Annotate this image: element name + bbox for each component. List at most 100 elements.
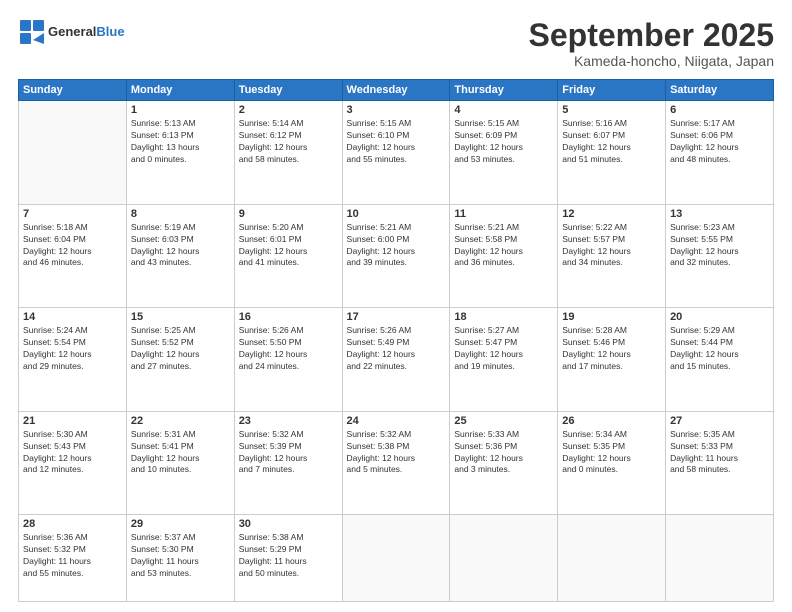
day-info: Sunrise: 5:15 AM Sunset: 6:09 PM Dayligh…	[454, 118, 553, 166]
day-info: Sunrise: 5:32 AM Sunset: 5:39 PM Dayligh…	[239, 429, 338, 477]
cell-w4-d2: 23 Sunrise: 5:32 AM Sunset: 5:39 PM Dayli…	[234, 411, 342, 515]
day-number: 4	[454, 104, 553, 116]
logo-icon	[18, 18, 46, 46]
cell-w1-d0	[19, 101, 127, 205]
day-number: 14	[23, 311, 122, 323]
day-number: 7	[23, 208, 122, 220]
weekday-header-row: Sunday Monday Tuesday Wednesday Thursday…	[19, 80, 774, 101]
cell-w3-d2: 16 Sunrise: 5:26 AM Sunset: 5:50 PM Dayli…	[234, 308, 342, 412]
header-wednesday: Wednesday	[342, 80, 450, 101]
day-info: Sunrise: 5:20 AM Sunset: 6:01 PM Dayligh…	[239, 222, 338, 270]
day-number: 11	[454, 208, 553, 220]
cell-w5-d4	[450, 515, 558, 602]
day-info: Sunrise: 5:32 AM Sunset: 5:38 PM Dayligh…	[347, 429, 446, 477]
cell-w5-d5	[558, 515, 666, 602]
header-monday: Monday	[126, 80, 234, 101]
cell-w5-d0: 28Sunrise: 5:36 AM Sunset: 5:32 PM Dayli…	[19, 515, 127, 602]
day-info: Sunrise: 5:28 AM Sunset: 5:46 PM Dayligh…	[562, 325, 661, 373]
cell-w2-d5: 12 Sunrise: 5:22 AM Sunset: 5:57 PM Dayli…	[558, 204, 666, 308]
day-number: 3	[347, 104, 446, 116]
day-info: Sunrise: 5:35 AM Sunset: 5:33 PM Dayligh…	[670, 429, 769, 477]
day-info: Sunrise: 5:25 AM Sunset: 5:52 PM Dayligh…	[131, 325, 230, 373]
day-number: 26	[562, 415, 661, 427]
day-number: 6	[670, 104, 769, 116]
day-info: Sunrise: 5:13 AM Sunset: 6:13 PM Dayligh…	[131, 118, 230, 166]
day-info: Sunrise: 5:26 AM Sunset: 5:50 PM Dayligh…	[239, 325, 338, 373]
day-info: Sunrise: 5:21 AM Sunset: 6:00 PM Dayligh…	[347, 222, 446, 270]
day-info: Sunrise: 5:30 AM Sunset: 5:43 PM Dayligh…	[23, 429, 122, 477]
cell-w5-d2: 30 Sunrise: 5:38 AM Sunset: 5:29 PM Dayli…	[234, 515, 342, 602]
cell-w3-d6: 20 Sunrise: 5:29 AM Sunset: 5:44 PM Dayli…	[666, 308, 774, 412]
day-number: 1	[131, 104, 230, 116]
page: GeneralBlue September 2025 Kameda-honcho…	[0, 0, 792, 612]
day-info: Sunrise: 5:15 AM Sunset: 6:10 PM Dayligh…	[347, 118, 446, 166]
cell-w1-d2: 2Sunrise: 5:14 AM Sunset: 6:12 PM Daylig…	[234, 101, 342, 205]
title-block: September 2025 Kameda-honcho, Niigata, J…	[529, 18, 774, 69]
week-row-4: 21Sunrise: 5:30 AM Sunset: 5:43 PM Dayli…	[19, 411, 774, 515]
day-info: Sunrise: 5:26 AM Sunset: 5:49 PM Dayligh…	[347, 325, 446, 373]
day-number: 23	[239, 415, 338, 427]
cell-w3-d4: 18 Sunrise: 5:27 AM Sunset: 5:47 PM Dayli…	[450, 308, 558, 412]
header-saturday: Saturday	[666, 80, 774, 101]
day-number: 15	[131, 311, 230, 323]
header-thursday: Thursday	[450, 80, 558, 101]
header: GeneralBlue September 2025 Kameda-honcho…	[18, 18, 774, 69]
day-info: Sunrise: 5:19 AM Sunset: 6:03 PM Dayligh…	[131, 222, 230, 270]
day-info: Sunrise: 5:17 AM Sunset: 6:06 PM Dayligh…	[670, 118, 769, 166]
day-number: 8	[131, 208, 230, 220]
day-number: 19	[562, 311, 661, 323]
cell-w3-d0: 14Sunrise: 5:24 AM Sunset: 5:54 PM Dayli…	[19, 308, 127, 412]
day-info: Sunrise: 5:21 AM Sunset: 5:58 PM Dayligh…	[454, 222, 553, 270]
cell-w5-d3	[342, 515, 450, 602]
day-info: Sunrise: 5:27 AM Sunset: 5:47 PM Dayligh…	[454, 325, 553, 373]
day-info: Sunrise: 5:18 AM Sunset: 6:04 PM Dayligh…	[23, 222, 122, 270]
header-sunday: Sunday	[19, 80, 127, 101]
day-number: 27	[670, 415, 769, 427]
week-row-5: 28Sunrise: 5:36 AM Sunset: 5:32 PM Dayli…	[19, 515, 774, 602]
cell-w2-d0: 7 Sunrise: 5:18 AM Sunset: 6:04 PM Daylig…	[19, 204, 127, 308]
day-info: Sunrise: 5:14 AM Sunset: 6:12 PM Dayligh…	[239, 118, 338, 166]
day-number: 9	[239, 208, 338, 220]
cell-w3-d5: 19 Sunrise: 5:28 AM Sunset: 5:46 PM Dayli…	[558, 308, 666, 412]
cell-w3-d3: 17 Sunrise: 5:26 AM Sunset: 5:49 PM Dayli…	[342, 308, 450, 412]
day-number: 24	[347, 415, 446, 427]
day-number: 16	[239, 311, 338, 323]
day-info: Sunrise: 5:34 AM Sunset: 5:35 PM Dayligh…	[562, 429, 661, 477]
cell-w3-d1: 15 Sunrise: 5:25 AM Sunset: 5:52 PM Dayli…	[126, 308, 234, 412]
day-number: 20	[670, 311, 769, 323]
cell-w4-d3: 24 Sunrise: 5:32 AM Sunset: 5:38 PM Dayli…	[342, 411, 450, 515]
cell-w4-d6: 27 Sunrise: 5:35 AM Sunset: 5:33 PM Dayli…	[666, 411, 774, 515]
cell-w1-d6: 6 Sunrise: 5:17 AM Sunset: 6:06 PM Daylig…	[666, 101, 774, 205]
day-number: 12	[562, 208, 661, 220]
month-title: September 2025	[529, 18, 774, 53]
day-info: Sunrise: 5:29 AM Sunset: 5:44 PM Dayligh…	[670, 325, 769, 373]
cell-w1-d1: 1 Sunrise: 5:13 AM Sunset: 6:13 PM Daylig…	[126, 101, 234, 205]
cell-w4-d4: 25Sunrise: 5:33 AM Sunset: 5:36 PM Dayli…	[450, 411, 558, 515]
logo: GeneralBlue	[18, 18, 125, 46]
day-info: Sunrise: 5:22 AM Sunset: 5:57 PM Dayligh…	[562, 222, 661, 270]
day-info: Sunrise: 5:37 AM Sunset: 5:30 PM Dayligh…	[131, 532, 230, 580]
day-number: 22	[131, 415, 230, 427]
logo-blue: Blue	[96, 24, 124, 39]
day-info: Sunrise: 5:31 AM Sunset: 5:41 PM Dayligh…	[131, 429, 230, 477]
header-tuesday: Tuesday	[234, 80, 342, 101]
week-row-3: 14Sunrise: 5:24 AM Sunset: 5:54 PM Dayli…	[19, 308, 774, 412]
location: Kameda-honcho, Niigata, Japan	[529, 53, 774, 69]
cell-w1-d5: 5Sunrise: 5:16 AM Sunset: 6:07 PM Daylig…	[558, 101, 666, 205]
cell-w4-d1: 22 Sunrise: 5:31 AM Sunset: 5:41 PM Dayli…	[126, 411, 234, 515]
cell-w2-d6: 13 Sunrise: 5:23 AM Sunset: 5:55 PM Dayli…	[666, 204, 774, 308]
day-number: 5	[562, 104, 661, 116]
day-number: 13	[670, 208, 769, 220]
cell-w5-d6	[666, 515, 774, 602]
week-row-2: 7 Sunrise: 5:18 AM Sunset: 6:04 PM Daylig…	[19, 204, 774, 308]
day-number: 29	[131, 518, 230, 530]
day-info: Sunrise: 5:23 AM Sunset: 5:55 PM Dayligh…	[670, 222, 769, 270]
day-number: 17	[347, 311, 446, 323]
day-info: Sunrise: 5:38 AM Sunset: 5:29 PM Dayligh…	[239, 532, 338, 580]
day-number: 30	[239, 518, 338, 530]
header-friday: Friday	[558, 80, 666, 101]
cell-w2-d4: 11 Sunrise: 5:21 AM Sunset: 5:58 PM Dayli…	[450, 204, 558, 308]
day-number: 10	[347, 208, 446, 220]
day-number: 18	[454, 311, 553, 323]
cell-w4-d5: 26 Sunrise: 5:34 AM Sunset: 5:35 PM Dayli…	[558, 411, 666, 515]
